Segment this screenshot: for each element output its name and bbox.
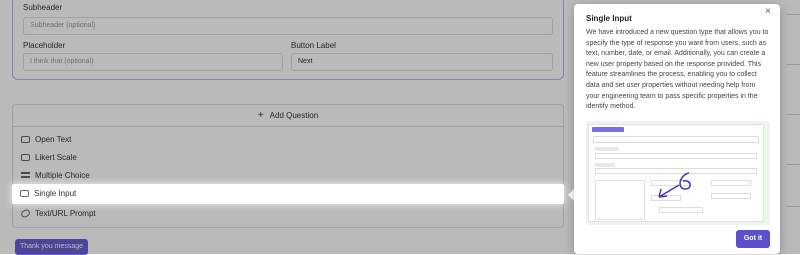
divider <box>787 164 800 165</box>
feature-popover: Single Input × We have introduced a new … <box>574 4 780 254</box>
preview-tag <box>592 127 624 132</box>
popover-description: We have introduced a new question type t… <box>586 29 769 111</box>
divider <box>787 206 800 207</box>
preview-field <box>711 193 751 199</box>
preview-toolbar <box>593 136 759 143</box>
input-icon <box>20 190 29 197</box>
got-it-button[interactable]: Got it <box>736 230 770 248</box>
preview-field <box>711 180 751 186</box>
divider <box>787 14 800 15</box>
preview-line <box>595 147 619 151</box>
preview-add-question <box>659 207 703 213</box>
spotlight-single-input[interactable]: Single Input <box>12 184 564 204</box>
divider <box>787 114 800 115</box>
divider <box>787 64 800 65</box>
preview-line <box>595 163 615 167</box>
arrow-annotation-icon <box>658 172 691 198</box>
preview-field <box>595 153 757 159</box>
preview-frame <box>588 124 764 222</box>
feature-preview-image <box>586 121 770 225</box>
popover-title: Single Input <box>586 14 632 23</box>
type-item-single-input[interactable]: Single Input <box>12 184 564 204</box>
close-icon[interactable]: × <box>765 6 771 17</box>
preview-dropdown <box>595 180 645 220</box>
type-item-label: Single Input <box>34 189 77 198</box>
